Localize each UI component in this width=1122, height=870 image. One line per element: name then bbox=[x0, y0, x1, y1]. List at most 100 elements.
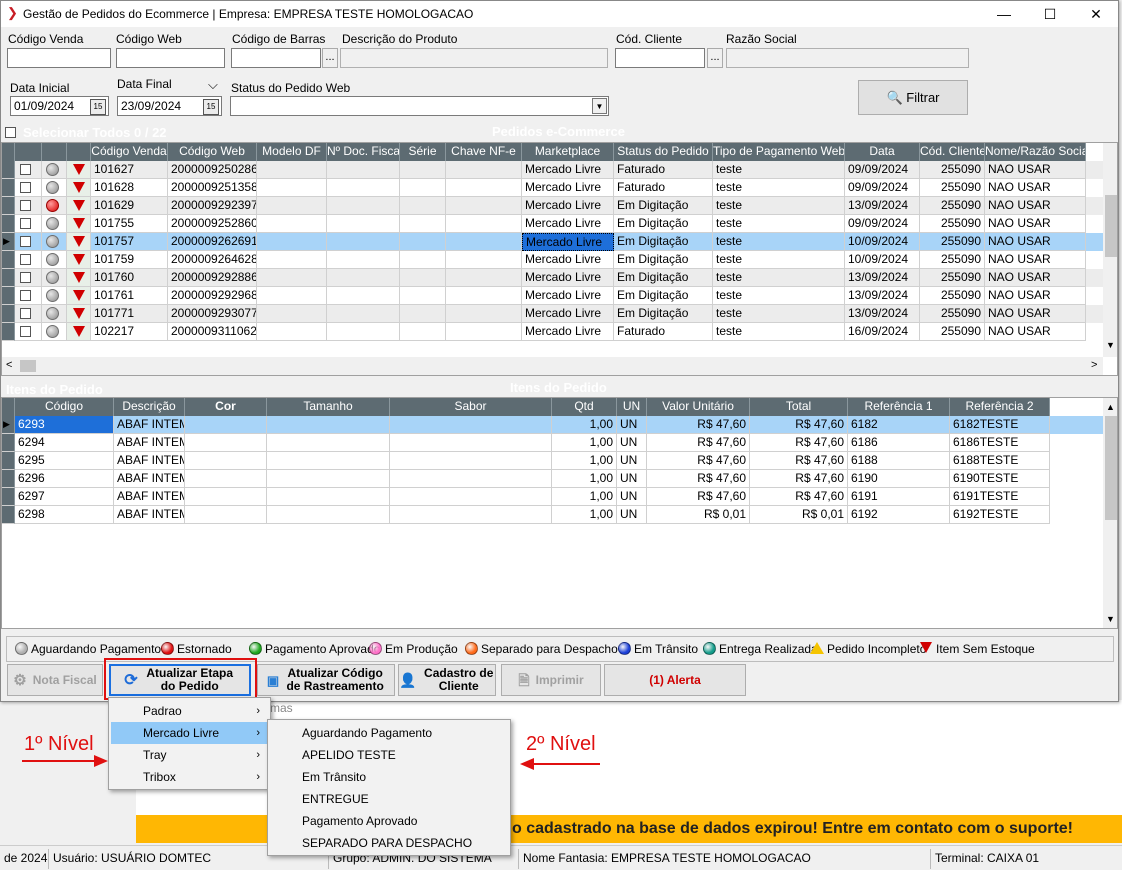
itens-grid-title: Itens do Pedido bbox=[510, 380, 607, 395]
minimize-button[interactable]: — bbox=[981, 1, 1027, 27]
table-row[interactable]: 1016272000009250286870 Mercado LivreFatur… bbox=[2, 161, 1117, 179]
calendar-icon[interactable]: 15 bbox=[90, 99, 106, 115]
table-row[interactable]: 1022172000009311062174 Mercado LivreFatur… bbox=[2, 323, 1117, 341]
column-header[interactable]: Série bbox=[400, 143, 446, 161]
imprimir-button[interactable]: 🗎 Imprimir bbox=[501, 664, 601, 696]
table-row[interactable]: 1017612000009292968172 Mercado LivreEm Di… bbox=[2, 287, 1117, 305]
column-header[interactable]: Referência 2 bbox=[950, 398, 1050, 416]
column-header[interactable]: Referência 1 bbox=[848, 398, 950, 416]
column-header[interactable]: Marketplace bbox=[522, 143, 614, 161]
codigo-barras-lookup-button[interactable]: ... bbox=[322, 48, 338, 68]
cod-cliente-input[interactable] bbox=[615, 48, 705, 68]
column-header[interactable]: Nº Doc. Fiscal bbox=[327, 143, 400, 161]
scroll-right-icon[interactable]: > bbox=[1091, 359, 1097, 371]
codigo-barras-input[interactable] bbox=[231, 48, 321, 68]
column-header[interactable]: Cód. Cliente bbox=[920, 143, 985, 161]
row-checkbox[interactable] bbox=[20, 236, 31, 247]
table-row[interactable]: 6298 ABAF INTEM 1,00 UN R$ 0,01 R$ 0,01 6192 61… bbox=[2, 506, 1117, 524]
column-header[interactable]: Código Web bbox=[168, 143, 257, 161]
close-button[interactable]: ✕ bbox=[1073, 1, 1119, 27]
row-checkbox[interactable] bbox=[20, 254, 31, 265]
status-menu-item[interactable]: Em Trânsito bbox=[270, 766, 508, 788]
status-menu-item[interactable]: SEPARADO PARA DESPACHO bbox=[270, 832, 508, 854]
table-row[interactable]: 6294 ABAF INTEM 1,00 UN R$ 47,60 R$ 47,60 6186… bbox=[2, 434, 1117, 452]
column-header[interactable]: Tamanho bbox=[267, 398, 390, 416]
calendar-icon[interactable]: 15 bbox=[203, 99, 219, 115]
razao-social-input[interactable] bbox=[726, 48, 969, 68]
table-row[interactable]: 6297 ABAF INTEM 1,00 UN R$ 47,60 R$ 47,60 6191… bbox=[2, 488, 1117, 506]
data-final-input[interactable]: 23/09/2024 15 bbox=[117, 96, 222, 116]
row-checkbox[interactable] bbox=[20, 308, 31, 319]
scroll-left-icon[interactable]: < bbox=[6, 359, 12, 371]
status-pedido-web-select[interactable]: ▼ bbox=[230, 96, 609, 116]
status-gray-icon bbox=[46, 325, 59, 338]
hscroll-thumb[interactable] bbox=[20, 360, 36, 372]
status-menu-item[interactable]: APELIDO TESTE bbox=[270, 744, 508, 766]
table-cell: 255090 bbox=[920, 215, 985, 233]
scroll-down-icon[interactable]: ▼ bbox=[1106, 614, 1115, 624]
cod-cliente-lookup-button[interactable]: ... bbox=[707, 48, 723, 68]
scroll-thumb[interactable] bbox=[1105, 195, 1117, 257]
table-row[interactable]: 1017592000009264628954 Mercado LivreEm Di… bbox=[2, 251, 1117, 269]
table-row[interactable]: 6296 ABAF INTEM 1,00 UN R$ 47,60 R$ 47,60 6190… bbox=[2, 470, 1117, 488]
status-menu-item[interactable]: Pagamento Aprovado bbox=[270, 810, 508, 832]
pedidos-horizontal-scrollbar[interactable]: < > bbox=[2, 357, 1103, 375]
maximize-button[interactable]: ☐ bbox=[1027, 1, 1073, 27]
table-row[interactable]: 1017552000009252860630 Mercado LivreEm Di… bbox=[2, 215, 1117, 233]
itens-vertical-scrollbar[interactable]: ▲ ▼ bbox=[1103, 398, 1117, 628]
column-header[interactable]: Modelo DF bbox=[257, 143, 327, 161]
imprimir-label: Imprimir bbox=[535, 672, 584, 687]
table-row[interactable]: 1016282000009251358062 Mercado LivreFatur… bbox=[2, 179, 1117, 197]
column-header[interactable]: Qtd bbox=[552, 398, 617, 416]
status-menu-item[interactable]: Aguardando Pagamento bbox=[270, 722, 508, 744]
table-row[interactable]: ▶ 6293 ABAF INTEM 1,00 UN R$ 47,60 R$ 47,60 618… bbox=[2, 416, 1117, 434]
table-row[interactable]: 1017602000009292886714 Mercado LivreEm Di… bbox=[2, 269, 1117, 287]
column-header[interactable]: UN bbox=[617, 398, 647, 416]
menu-item-padrao[interactable]: Padrao › bbox=[111, 700, 268, 722]
column-header[interactable]: Descrição bbox=[114, 398, 185, 416]
pedidos-vertical-scrollbar[interactable]: ▼ bbox=[1103, 143, 1117, 357]
row-checkbox[interactable] bbox=[20, 218, 31, 229]
row-checkbox[interactable] bbox=[20, 164, 31, 175]
filtrar-button[interactable]: 🔍 Filtrar bbox=[858, 80, 968, 115]
codigo-venda-input[interactable] bbox=[7, 48, 111, 68]
chevron-down-icon[interactable]: ⌵ bbox=[208, 77, 218, 93]
menu-item-tribox[interactable]: Tribox › bbox=[111, 766, 268, 788]
menu-item-mercado-livre[interactable]: Mercado Livre › bbox=[111, 722, 268, 744]
row-checkbox[interactable] bbox=[20, 182, 31, 193]
column-header[interactable]: Código bbox=[15, 398, 114, 416]
column-header[interactable]: Sabor bbox=[390, 398, 552, 416]
scroll-up-icon[interactable]: ▲ bbox=[1106, 402, 1115, 412]
row-checkbox[interactable] bbox=[20, 272, 31, 283]
cadastro-cliente-button[interactable]: 👤 Cadastro de Cliente bbox=[398, 664, 496, 696]
row-checkbox[interactable] bbox=[20, 200, 31, 211]
column-header[interactable]: Cor bbox=[185, 398, 267, 416]
column-header[interactable]: Nome/Razão Social bbox=[985, 143, 1086, 161]
table-row[interactable]: 1017712000009293077550 Mercado LivreEm Di… bbox=[2, 305, 1117, 323]
menu-item-tray[interactable]: Tray › bbox=[111, 744, 268, 766]
column-header[interactable]: Status do Pedido bbox=[614, 143, 713, 161]
table-row[interactable]: 1016292000009292397130 Mercado LivreEm Di… bbox=[2, 197, 1117, 215]
column-header[interactable]: Tipo de Pagamento Web bbox=[713, 143, 845, 161]
column-header[interactable]: Valor Unitário bbox=[647, 398, 750, 416]
row-checkbox[interactable] bbox=[20, 326, 31, 337]
atualizar-codigo-rastreamento-button[interactable]: ▣ Atualizar Código de Rastreamento bbox=[257, 664, 395, 696]
column-header[interactable]: Data bbox=[845, 143, 920, 161]
scroll-thumb[interactable] bbox=[1105, 416, 1117, 520]
table-row[interactable]: 6295 ABAF INTEM 1,00 UN R$ 47,60 R$ 47,60 6188… bbox=[2, 452, 1117, 470]
table-cell: Em Digitação bbox=[614, 287, 713, 305]
row-checkbox[interactable] bbox=[20, 290, 31, 301]
column-header[interactable]: Chave NF-e bbox=[446, 143, 522, 161]
select-all-checkbox[interactable] bbox=[5, 127, 16, 138]
nota-fiscal-button[interactable]: ⚙ Nota Fiscal bbox=[7, 664, 103, 696]
alerta-button[interactable]: (1) Alerta bbox=[604, 664, 746, 696]
dropdown-arrow-icon[interactable]: ▼ bbox=[592, 98, 607, 114]
status-menu-item[interactable]: ENTREGUE bbox=[270, 788, 508, 810]
column-header[interactable]: Código Venda bbox=[91, 143, 168, 161]
scroll-down-icon[interactable]: ▼ bbox=[1106, 340, 1115, 350]
column-header[interactable]: Total bbox=[750, 398, 848, 416]
codigo-web-input[interactable] bbox=[116, 48, 225, 68]
data-inicial-input[interactable]: 01/09/2024 15 bbox=[10, 96, 109, 116]
table-row[interactable]: ▶ 1017572000009262691690 Mercado LivreEm D… bbox=[2, 233, 1117, 251]
descricao-produto-input[interactable] bbox=[340, 48, 608, 68]
